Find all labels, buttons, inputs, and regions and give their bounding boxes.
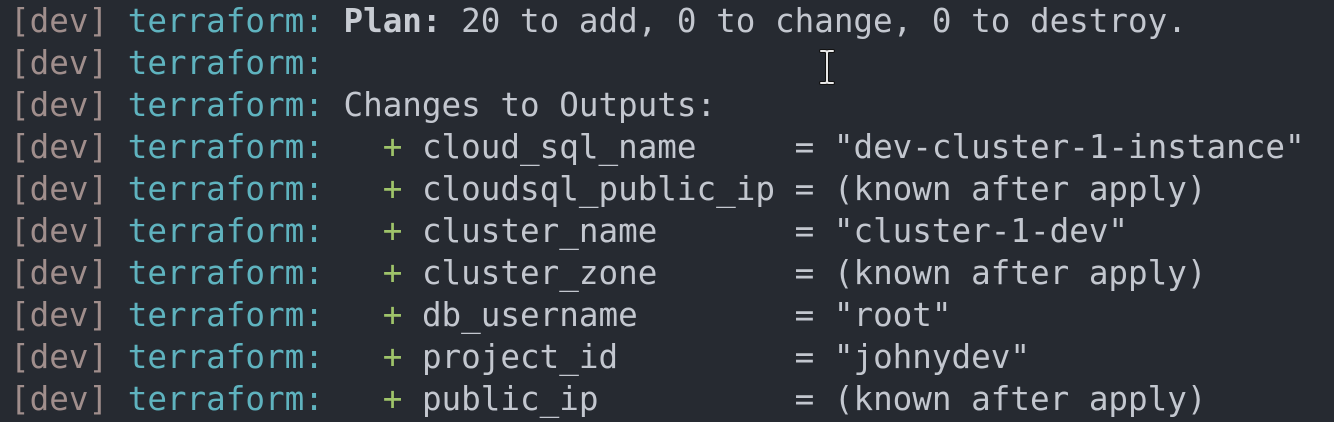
plus-sign: + (382, 212, 403, 250)
tool-prefix: terraform: (127, 338, 324, 376)
env-prefix: [dev] (10, 338, 109, 376)
env-prefix: [dev] (10, 254, 109, 292)
plus-sign: + (382, 170, 403, 208)
env-prefix: [dev] (10, 2, 109, 40)
output-value: = "root" (794, 296, 952, 334)
plus-sign: + (382, 296, 403, 334)
plus-sign: + (382, 338, 403, 376)
tool-prefix: terraform: (127, 44, 324, 82)
output-name: cluster_zone (421, 254, 795, 292)
plus-sign: + (382, 128, 403, 166)
env-prefix: [dev] (10, 296, 109, 334)
output-name: cloud_sql_name (421, 128, 795, 166)
env-prefix: [dev] (10, 212, 109, 250)
tool-prefix: terraform: (127, 86, 324, 124)
output-value: = (known after apply) (794, 170, 1207, 208)
output-row-db-username: [dev] terraform: + db_username = "root" (10, 294, 952, 336)
terminal-line-outputs-heading: [dev] terraform: Changes to Outputs: (10, 84, 716, 126)
terminal-output[interactable]: [dev] terraform: Plan: 20 to add, 0 to c… (0, 0, 1334, 422)
output-value: = "dev-cluster-1-instance" (794, 128, 1305, 166)
output-row-cloudsql-public-ip: [dev] terraform: + cloudsql_public_ip = … (10, 168, 1207, 210)
env-prefix: [dev] (10, 44, 109, 82)
text-cursor-icon (819, 49, 835, 85)
output-name: public_ip (421, 380, 795, 418)
plan-summary: 20 to add, 0 to change, 0 to destroy. (441, 2, 1187, 40)
tool-prefix: terraform: (127, 254, 324, 292)
output-row-cluster-zone: [dev] terraform: + cluster_zone = (known… (10, 252, 1207, 294)
output-value: = (known after apply) (794, 380, 1207, 418)
env-prefix: [dev] (10, 128, 109, 166)
outputs-heading: Changes to Outputs: (343, 86, 717, 124)
output-value: = "cluster-1-dev" (794, 212, 1129, 250)
output-name: db_username (421, 296, 795, 334)
plus-sign: + (382, 380, 403, 418)
output-name: project_id (421, 338, 795, 376)
tool-prefix: terraform: (127, 2, 324, 40)
env-prefix: [dev] (10, 86, 109, 124)
tool-prefix: terraform: (127, 212, 324, 250)
tool-prefix: terraform: (127, 380, 324, 418)
output-row-public-ip: [dev] terraform: + public_ip = (known af… (10, 378, 1207, 420)
output-row-cloud-sql-name: [dev] terraform: + cloud_sql_name = "dev… (10, 126, 1305, 168)
tool-prefix: terraform: (127, 170, 324, 208)
terminal-line-blank: [dev] terraform: (10, 42, 324, 84)
output-name: cloudsql_public_ip (421, 170, 795, 208)
terminal-line-plan: [dev] terraform: Plan: 20 to add, 0 to c… (10, 0, 1187, 42)
env-prefix: [dev] (10, 380, 109, 418)
env-prefix: [dev] (10, 170, 109, 208)
plan-label: Plan: (343, 2, 442, 40)
output-row-project-id: [dev] terraform: + project_id = "johnyde… (10, 336, 1030, 378)
output-name: cluster_name (421, 212, 795, 250)
output-value: = (known after apply) (794, 254, 1207, 292)
output-row-cluster-name: [dev] terraform: + cluster_name = "clust… (10, 210, 1128, 252)
output-value: = "johnydev" (794, 338, 1030, 376)
tool-prefix: terraform: (127, 128, 324, 166)
tool-prefix: terraform: (127, 296, 324, 334)
plus-sign: + (382, 254, 403, 292)
